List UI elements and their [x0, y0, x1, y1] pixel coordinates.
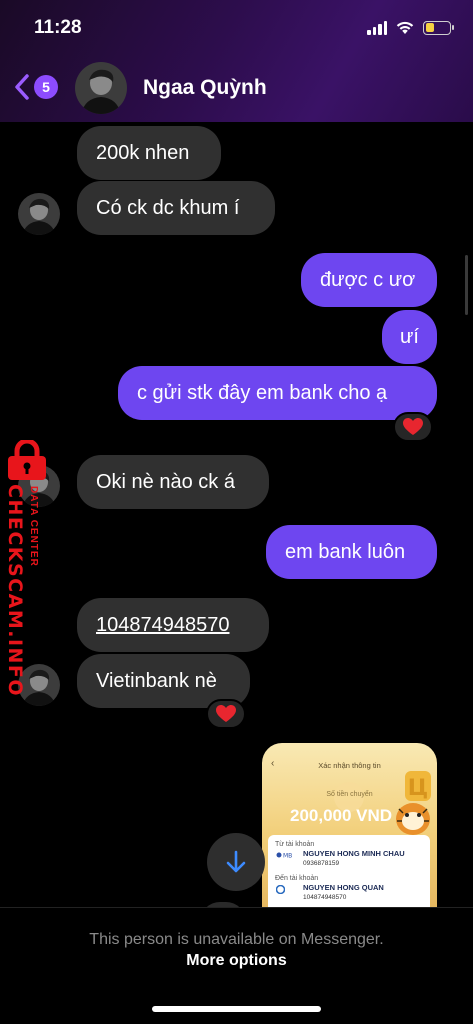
wifi-icon: [396, 21, 414, 34]
padlock-icon: [8, 440, 46, 480]
message-bubble[interactable]: c gửi stk đây em bank cho ạ: [118, 366, 437, 420]
message-bubble[interactable]: 200k nhen: [77, 126, 221, 180]
message-text: Vietinbank nè: [96, 669, 217, 692]
message-bubble[interactable]: Oki nè nào ck á: [77, 455, 269, 509]
heart-icon: [216, 705, 236, 722]
receipt-details-card: Từ tài khoản MB NGUYEN HONG MINH CHAU 09…: [268, 835, 430, 909]
bank-logo-icon: MB: [276, 852, 292, 860]
message-text: Oki nè nào ck á: [96, 470, 235, 493]
heart-reaction[interactable]: [206, 699, 246, 729]
message-bubble[interactable]: Có ck dc khum í: [77, 181, 275, 235]
message-text: em bank luôn: [285, 540, 406, 563]
receipt-title: Xác nhận thông tin: [318, 761, 381, 770]
to-account-name: NGUYEN HONG QUAN: [303, 883, 384, 892]
battery-icon: [423, 20, 454, 35]
scroll-indicator: [465, 255, 468, 315]
composer-unavailable-footer: This person is unavailable on Messenger.…: [0, 907, 473, 1024]
to-account-number: 104874948570: [303, 894, 347, 901]
status-icons: [367, 20, 454, 35]
message-text: ưí: [400, 325, 419, 348]
message-text: c gửi stk đây em bank cho ạ: [137, 381, 388, 404]
account-number-link[interactable]: 104874948570: [96, 614, 229, 637]
svg-text:MB: MB: [283, 853, 292, 860]
unavailable-notice: This person is unavailable on Messenger.: [89, 931, 384, 948]
message-bubble[interactable]: em bank luôn: [266, 525, 437, 579]
from-account-number: 0936878159: [303, 860, 340, 867]
transfer-receipt-image[interactable]: ‹ Xác nhận thông tin Số tiền chuyển 200,…: [262, 743, 437, 909]
checkscam-watermark: CHECKSCAM.INFO DATA CENTER: [0, 440, 60, 697]
tiger-illustration: Ц: [396, 771, 431, 835]
scroll-to-bottom-button[interactable]: [207, 833, 265, 891]
chevron-left-icon: [15, 74, 29, 100]
from-account-name: NGUYEN HONG MINH CHAU: [303, 849, 405, 858]
watermark-subtitle: DATA CENTER: [28, 486, 39, 567]
contact-avatar[interactable]: [75, 62, 127, 114]
cellular-signal-icon: [367, 20, 387, 35]
message-text: Có ck dc khum í: [96, 196, 240, 219]
unread-count-badge: 5: [34, 75, 58, 99]
sender-avatar[interactable]: [18, 193, 60, 235]
message-text: được c ươ: [320, 268, 416, 291]
chat-header: 11:28 5 Ngaa Quỳnh: [0, 0, 473, 122]
bank-logo-icon: [276, 885, 285, 894]
svg-text:Ц: Ц: [408, 776, 428, 801]
back-button[interactable]: 5: [12, 72, 58, 102]
arrow-down-icon: [226, 850, 246, 873]
from-label: Từ tài khoản: [275, 841, 315, 848]
message-bubble[interactable]: 104874948570: [77, 598, 269, 652]
more-options-button[interactable]: More options: [0, 952, 473, 970]
contact-name[interactable]: Ngaa Quỳnh: [143, 76, 267, 100]
transfer-amount: 200,000 VND: [290, 806, 393, 825]
home-indicator[interactable]: [152, 1006, 321, 1012]
message-text: 200k nhen: [96, 141, 190, 164]
heart-reaction[interactable]: [393, 412, 433, 442]
battery-level: [425, 23, 434, 32]
message-bubble[interactable]: ưí: [382, 310, 437, 364]
watermark-brand: CHECKSCAM.INFO: [4, 484, 26, 698]
heart-icon: [403, 418, 423, 435]
to-label: Đến tài khoản: [275, 875, 319, 882]
message-bubble[interactable]: được c ươ: [301, 253, 437, 307]
status-time: 11:28: [34, 17, 82, 38]
